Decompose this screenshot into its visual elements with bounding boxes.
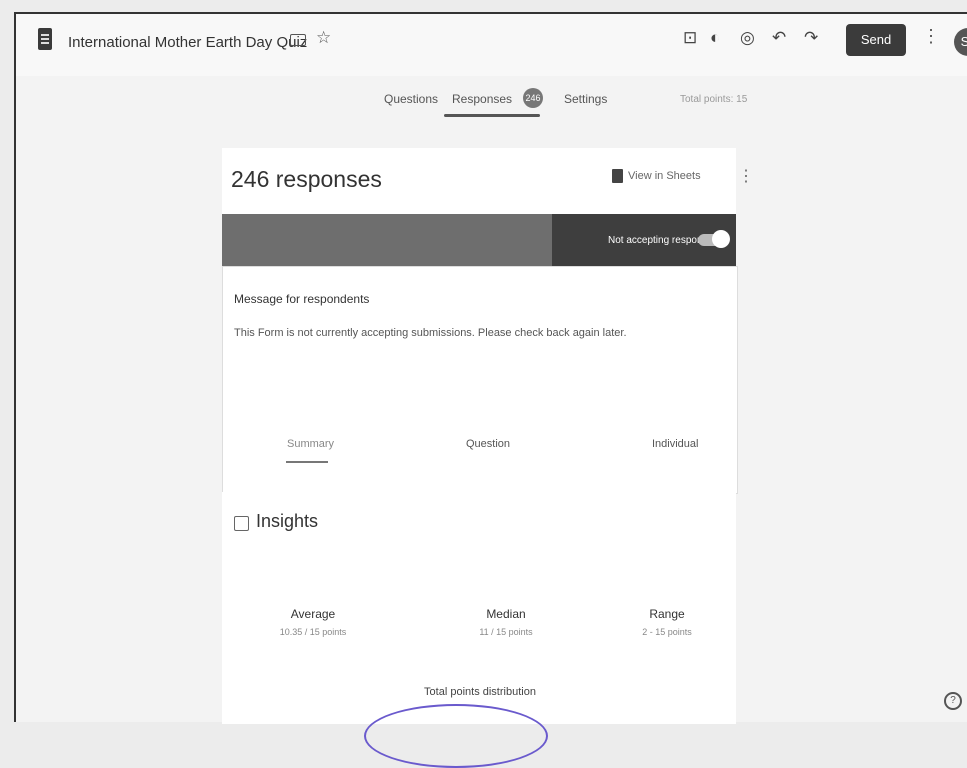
range-label: Range: [649, 607, 685, 621]
range-value: 2 - 15 points: [642, 627, 692, 637]
tab-settings[interactable]: Settings: [564, 92, 607, 106]
subtab-question[interactable]: Question: [466, 438, 510, 450]
distribution-label: Total points distribution: [424, 686, 536, 698]
card-more-icon[interactable]: ⋮: [738, 166, 754, 186]
median-label: Median: [486, 607, 526, 621]
more-vert-icon[interactable]: ⋮: [922, 26, 940, 47]
active-tab-indicator: [444, 114, 540, 117]
median-value: 11 / 15 points: [479, 627, 533, 637]
insights-icon: [234, 516, 249, 531]
stamp-seal: [364, 704, 548, 768]
palette-icon[interactable]: ◐: [710, 28, 720, 48]
message-label: Message for respondents: [234, 292, 370, 306]
responses-count-badge: 246: [523, 88, 543, 108]
star-icon[interactable]: ☆: [316, 28, 331, 48]
subtab-summary[interactable]: Summary: [287, 438, 334, 450]
toggle-knob[interactable]: [712, 230, 730, 248]
subtab-active-indicator: [286, 461, 328, 463]
customize-theme-icon[interactable]: ⊡: [683, 28, 697, 48]
folder-icon[interactable]: [290, 34, 306, 46]
message-input[interactable]: This Form is not currently accepting sub…: [234, 327, 627, 339]
average-value: 10.35 / 15 points: [279, 627, 347, 637]
send-button[interactable]: Send: [846, 24, 906, 56]
preview-icon[interactable]: ◎: [740, 28, 755, 48]
subtab-individual[interactable]: Individual: [652, 438, 698, 450]
average-label: Average: [290, 607, 336, 621]
tab-responses[interactable]: Responses: [452, 92, 512, 106]
view-in-sheets-link[interactable]: View in Sheets: [628, 170, 701, 182]
sheets-icon[interactable]: [612, 169, 623, 183]
help-icon[interactable]: ?: [944, 692, 962, 710]
total-points: Total points: 15: [680, 94, 748, 105]
document-title[interactable]: International Mother Earth Day Quiz: [68, 34, 307, 51]
avatar[interactable]: S: [954, 28, 967, 56]
redo-icon[interactable]: ↷: [804, 28, 818, 48]
undo-icon[interactable]: ↶: [772, 28, 786, 48]
responses-count-title: 246 responses: [231, 166, 382, 192]
insights-title: Insights: [256, 511, 319, 531]
tab-questions[interactable]: Questions: [384, 92, 438, 106]
top-bar: International Mother Earth Day Quiz ☆ ⊡ …: [16, 14, 967, 76]
forms-logo-icon[interactable]: [38, 28, 52, 50]
